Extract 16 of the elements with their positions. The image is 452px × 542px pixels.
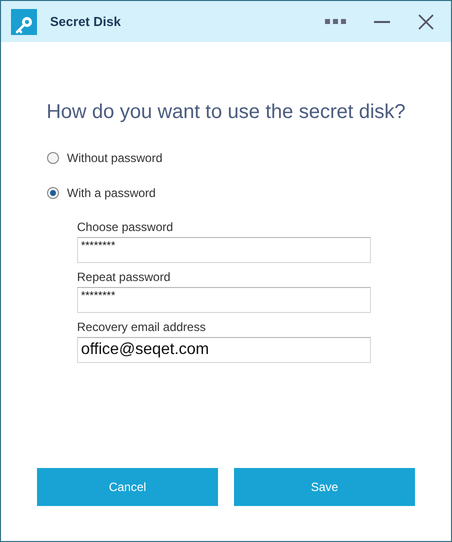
radio-option[interactable]: Without password (47, 149, 451, 167)
window-title: Secret Disk (50, 12, 121, 31)
field-label: Recovery email address (77, 320, 207, 334)
password-field[interactable]: ******** (77, 287, 371, 313)
field-label: Repeat password (77, 270, 172, 284)
password-field[interactable]: ******** (77, 237, 371, 263)
field-label: Choose password (77, 220, 174, 234)
radio-button[interactable] (47, 152, 59, 164)
email-field[interactable]: office@seqet.com (77, 337, 371, 363)
minimize-icon (374, 20, 390, 22)
radio-option[interactable]: With a password (47, 184, 451, 202)
radio-button[interactable] (47, 187, 59, 199)
more-icon (324, 19, 346, 24)
heading: How do you want to use the secret disk? (45, 100, 407, 125)
key-icon (11, 8, 37, 34)
close-icon (418, 14, 434, 30)
